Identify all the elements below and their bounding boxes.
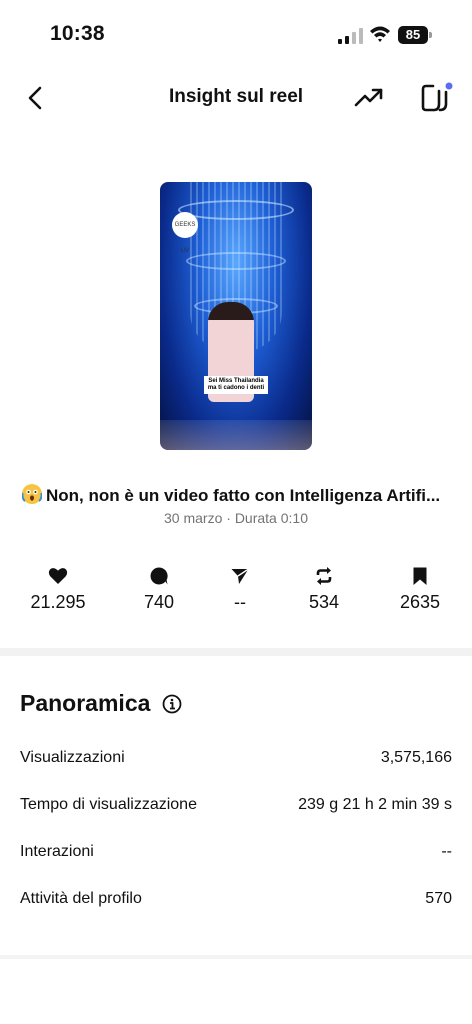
info-icon[interactable]: [162, 694, 182, 714]
repost-icon: [316, 567, 332, 585]
overview-title: Panoramica: [20, 690, 151, 716]
share-icon: [231, 568, 249, 584]
stat-comments: 740: [119, 566, 199, 613]
edit-icon[interactable]: [420, 82, 454, 114]
page-title: Insight sul reel: [168, 86, 304, 107]
channel-logo: GEEKS UV: [172, 212, 198, 254]
overview-row-profile-activity: Attività del profilo 570: [20, 890, 452, 907]
stat-likes: 21.295: [18, 566, 98, 613]
wifi-icon: [370, 26, 390, 42]
reel-title-text: Non, non è un video fatto con Intelligen…: [46, 486, 441, 505]
shocked-face-icon: [22, 484, 43, 504]
stat-reposts: 534: [284, 566, 364, 613]
reel-title: Non, non è un video fatto con Intelligen…: [22, 484, 462, 506]
battery-level: 85: [398, 26, 428, 44]
status-bar: 10:38 85: [0, 0, 472, 64]
header: Insight sul reel: [0, 70, 472, 126]
status-time: 10:38: [50, 22, 105, 45]
stat-saves: 2635: [380, 566, 460, 613]
reel-thumbnail[interactable]: GEEKS UV Sei Miss Thailandia ma ti cadon…: [160, 182, 312, 450]
section-divider: [0, 648, 472, 656]
trending-icon[interactable]: [354, 86, 384, 110]
video-caption: Sei Miss Thailandia ma ti cadono i denti: [204, 376, 268, 395]
battery-icon: 85: [398, 26, 432, 44]
overview-row-interactions: Interazioni --: [20, 843, 452, 860]
cellular-signal-icon: [338, 28, 363, 44]
engagement-stats: 21.295 740 -- 534 2635: [0, 566, 472, 626]
comment-icon: [150, 567, 168, 585]
bookmark-icon: [413, 567, 427, 585]
reel-meta: 30 marzo · Durata 0:10: [164, 510, 308, 526]
heart-icon: [48, 568, 68, 584]
bottom-divider: [0, 955, 472, 959]
stat-shares: --: [200, 566, 280, 613]
overview-row-views: Visualizzazioni 3,575,166: [20, 749, 452, 766]
overview-row-watch-time: Tempo di visualizzazione 239 g 21 h 2 mi…: [20, 796, 452, 813]
